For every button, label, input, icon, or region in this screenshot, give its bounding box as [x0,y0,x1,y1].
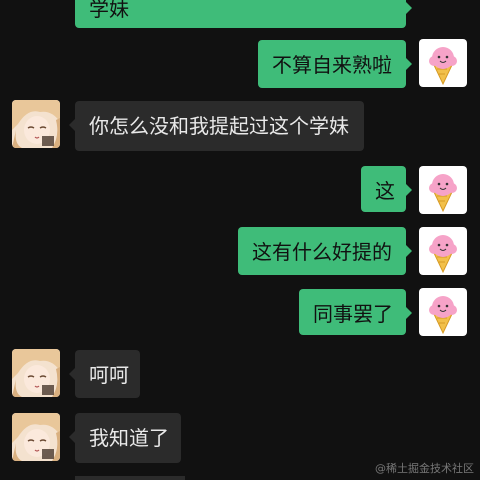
message-bubble-received[interactable] [75,476,185,480]
anime-girl-avatar [12,100,60,148]
message-bubble-sent[interactable]: 不算自来熟啦 [258,40,412,88]
other-avatar[interactable] [12,413,60,461]
message-bubble-sent[interactable]: 学妹 [75,0,412,28]
message-bubble-sent[interactable]: 这 [361,166,412,212]
me-avatar[interactable] [419,39,467,87]
ice-cream-icon [419,288,467,336]
message-bubble-received[interactable]: 呵呵 [69,350,140,398]
ice-cream-icon [419,227,467,275]
me-avatar[interactable] [419,227,467,275]
other-avatar[interactable] [12,476,60,480]
message-bubble-received[interactable]: 我知道了 [69,413,181,463]
other-avatar[interactable] [12,100,60,148]
message-bubble-received[interactable]: 你怎么没和我提起过这个学妹 [69,101,364,151]
message-bubble-sent[interactable]: 同事罢了 [299,289,412,335]
watermark: @稀土掘金技术社区 [375,462,474,475]
anime-girl-avatar [12,349,60,397]
me-avatar[interactable] [419,288,467,336]
ice-cream-icon [419,39,467,87]
other-avatar[interactable] [12,349,60,397]
anime-girl-avatar [12,413,60,461]
me-avatar[interactable] [419,166,467,214]
ice-cream-icon [419,166,467,214]
message-bubble-sent[interactable]: 这有什么好提的 [238,227,412,275]
